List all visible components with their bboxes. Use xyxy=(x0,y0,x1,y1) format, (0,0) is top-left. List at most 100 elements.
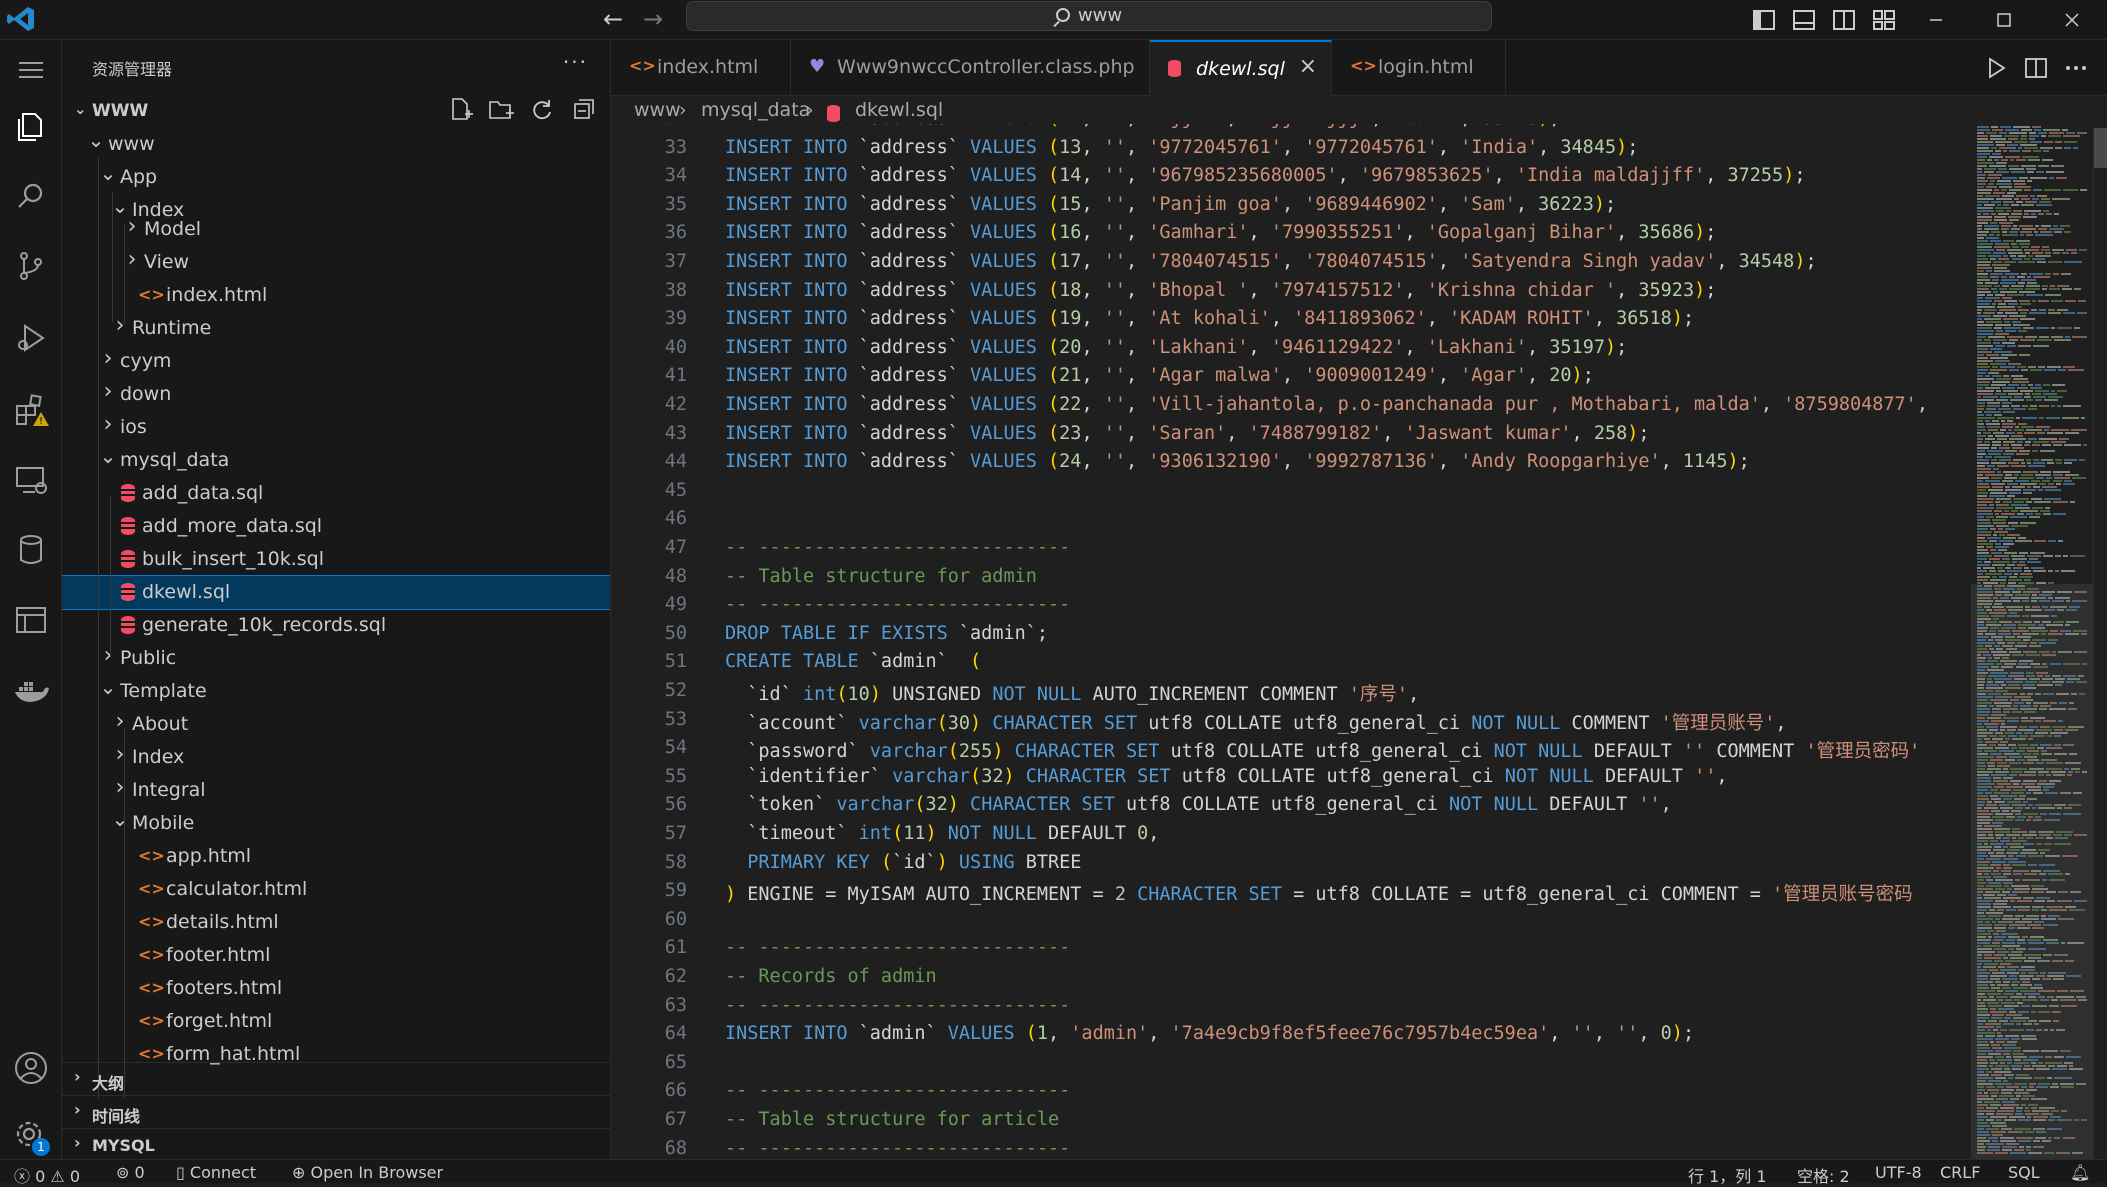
tree-item[interactable]: ⌄ App xyxy=(62,161,610,194)
breadcrumb-mysql-data[interactable]: mysql_data xyxy=(701,99,810,121)
customize-layout-icon[interactable] xyxy=(1870,6,1898,34)
run-and-debug-icon[interactable] xyxy=(11,318,51,358)
notifications-bell-icon[interactable]: 🔔︎ xyxy=(2070,1163,2090,1182)
code-editor[interactable]: 32 INSERT INTO `address` VALUES (12, '', … xyxy=(611,124,1971,1159)
tree-item[interactable]: › down xyxy=(62,378,610,411)
tree-item[interactable]: › Model xyxy=(62,213,610,246)
code-line[interactable]: INSERT INTO `address` VALUES (16, '', 'G… xyxy=(725,222,1716,243)
toggle-primary-sidebar-icon[interactable] xyxy=(1750,6,1778,34)
extensions-icon[interactable]: ! xyxy=(11,390,51,430)
code-line[interactable]: INSERT INTO `address` VALUES (20, '', 'L… xyxy=(725,337,1627,358)
toggle-panel-icon[interactable] xyxy=(1790,6,1818,34)
minimap-viewport[interactable] xyxy=(1971,584,2093,1159)
close-window-icon[interactable] xyxy=(2058,6,2086,34)
docker-icon[interactable] xyxy=(11,670,51,710)
more-actions-icon[interactable] xyxy=(2062,54,2090,82)
minimap[interactable] xyxy=(1971,124,2093,1159)
code-line[interactable]: `timeout` int(11) NOT NULL DEFAULT 0, xyxy=(725,823,1159,844)
timeline-section[interactable]: › 时间线 xyxy=(62,1095,610,1127)
tree-item[interactable]: ⌄ Template xyxy=(62,675,610,708)
tree-item[interactable]: ⌄ Mobile xyxy=(62,807,610,840)
code-line[interactable]: INSERT INTO `address` VALUES (23, '', 'S… xyxy=(725,423,1650,444)
connect-status[interactable]: ▯ Connect xyxy=(176,1163,256,1182)
source-control-icon[interactable] xyxy=(11,246,51,286)
tree-item[interactable]: › Public xyxy=(62,642,610,675)
tree-item[interactable]: › Integral xyxy=(62,774,610,807)
breadcrumb-www[interactable]: www xyxy=(634,99,681,121)
new-folder-icon[interactable] xyxy=(486,94,516,124)
command-center-search[interactable]: www xyxy=(686,1,1492,31)
scrollbar-thumb[interactable] xyxy=(2094,128,2107,168)
code-line[interactable]: -- ---------------------------- xyxy=(725,1080,1070,1101)
code-line[interactable]: INSERT INTO `address` VALUES (14, '', '9… xyxy=(725,165,1805,186)
new-file-icon[interactable] xyxy=(445,94,475,124)
code-line[interactable]: -- Table structure for admin xyxy=(725,566,1037,587)
tree-item[interactable]: › cyym xyxy=(62,345,610,378)
code-line[interactable]: ) ENGINE = MyISAM AUTO_INCREMENT = 2 CHA… xyxy=(725,880,1913,906)
tree-item[interactable]: › Runtime xyxy=(62,312,610,345)
code-line[interactable]: INSERT INTO `address` VALUES (13, '', '9… xyxy=(725,137,1638,158)
tree-item[interactable]: bulk_insert_10k.sql xyxy=(62,543,610,576)
code-line[interactable]: INSERT INTO `address` VALUES (17, '', '7… xyxy=(725,251,1817,272)
indentation[interactable]: 空格: 2 xyxy=(1797,1163,1850,1187)
code-line[interactable]: CREATE TABLE `admin` ( xyxy=(725,651,981,672)
code-line[interactable]: -- Records of admin xyxy=(725,966,937,987)
code-line[interactable]: INSERT INTO `address` VALUES (19, '', 'A… xyxy=(725,308,1694,329)
code-line[interactable]: INSERT INTO `address` VALUES (24, '', '9… xyxy=(725,451,1750,472)
remote-explorer-icon[interactable] xyxy=(11,460,51,500)
tree-item[interactable]: › Index xyxy=(62,741,610,774)
sql-tools-icon[interactable] xyxy=(11,600,51,640)
problems-status[interactable]: ⓧ 0 ⚠ 0 xyxy=(14,1163,80,1187)
code-line[interactable]: INSERT INTO `address` VALUES (15, '', 'P… xyxy=(725,194,1616,215)
ports-status[interactable]: ⊚ 0 xyxy=(116,1163,145,1182)
forward-arrow-icon[interactable]: → xyxy=(636,3,670,37)
refresh-icon[interactable] xyxy=(527,94,557,124)
tab-dkewl-sql[interactable]: dkewl.sql × xyxy=(1150,40,1332,96)
tab-controller-php[interactable]: ♥ Www9nwccController.class.php xyxy=(791,40,1150,96)
tab-index-html[interactable]: <> index.html xyxy=(611,40,791,96)
manage-gear[interactable]: 1 xyxy=(11,1116,51,1156)
code-line[interactable]: -- ---------------------------- xyxy=(725,594,1070,615)
code-line[interactable]: INSERT INTO `address` VALUES (12, '', 'N… xyxy=(725,124,1560,129)
code-line[interactable]: `token` varchar(32) CHARACTER SET utf8 C… xyxy=(725,794,1672,815)
tree-item[interactable]: <> calculator.html xyxy=(62,873,610,906)
tree-item[interactable]: › ios xyxy=(62,411,610,444)
encoding[interactable]: UTF-8 xyxy=(1875,1163,1922,1182)
outline-section[interactable]: › 大纲 xyxy=(62,1062,610,1094)
cursor-position[interactable]: 行 1，列 1 xyxy=(1688,1163,1767,1187)
code-line[interactable]: -- ---------------------------- xyxy=(725,537,1070,558)
code-line[interactable]: `account` varchar(30) CHARACTER SET utf8… xyxy=(725,709,1786,735)
accounts-icon[interactable] xyxy=(11,1048,51,1088)
code-line[interactable]: `identifier` varchar(32) CHARACTER SET u… xyxy=(725,766,1727,787)
tree-item[interactable]: <> forget.html xyxy=(62,1005,610,1038)
maximize-icon[interactable] xyxy=(1990,6,2018,34)
mysql-section[interactable]: › MYSQL xyxy=(62,1128,610,1160)
tree-item[interactable]: generate_10k_records.sql xyxy=(62,609,610,642)
split-editor-icon[interactable] xyxy=(2022,54,2050,82)
code-line[interactable]: -- ---------------------------- xyxy=(725,1138,1070,1159)
code-line[interactable]: INSERT INTO `address` VALUES (21, '', 'A… xyxy=(725,365,1594,386)
explorer-icon[interactable] xyxy=(11,106,51,146)
tree-item[interactable]: ⌄ www xyxy=(62,128,610,161)
toggle-secondary-sidebar-icon[interactable] xyxy=(1830,6,1858,34)
tree-item[interactable]: add_more_data.sql xyxy=(62,510,610,543)
tab-login-html[interactable]: <> login.html xyxy=(1332,40,1506,96)
minimize-icon[interactable] xyxy=(1922,6,1950,34)
editor-scrollbar[interactable] xyxy=(2093,124,2107,1159)
explorer-more-actions[interactable]: ··· xyxy=(563,50,588,74)
code-line[interactable]: INSERT INTO `address` VALUES (18, '', 'B… xyxy=(725,280,1716,301)
tree-item[interactable]: › View xyxy=(62,246,610,279)
tree-item[interactable]: ⌄ mysql_data xyxy=(62,444,610,477)
tree-item[interactable]: <> index.html xyxy=(62,279,610,312)
code-line[interactable]: INSERT INTO `address` VALUES (22, '', 'V… xyxy=(725,394,1928,415)
back-arrow-icon[interactable]: ← xyxy=(596,3,630,37)
code-line[interactable]: `password` varchar(255) CHARACTER SET ut… xyxy=(725,737,1920,763)
close-tab-icon[interactable]: × xyxy=(1299,54,1317,79)
collapse-all-icon[interactable] xyxy=(568,94,598,124)
code-line[interactable]: `id` int(10) UNSIGNED NOT NULL AUTO_INCR… xyxy=(725,680,1419,706)
tree-item[interactable]: <> footer.html xyxy=(62,939,610,972)
code-line[interactable]: -- ---------------------------- xyxy=(725,937,1070,958)
tree-item[interactable]: dkewl.sql xyxy=(62,575,610,610)
tree-item[interactable]: › About xyxy=(62,708,610,741)
language-mode[interactable]: SQL xyxy=(2008,1163,2040,1182)
